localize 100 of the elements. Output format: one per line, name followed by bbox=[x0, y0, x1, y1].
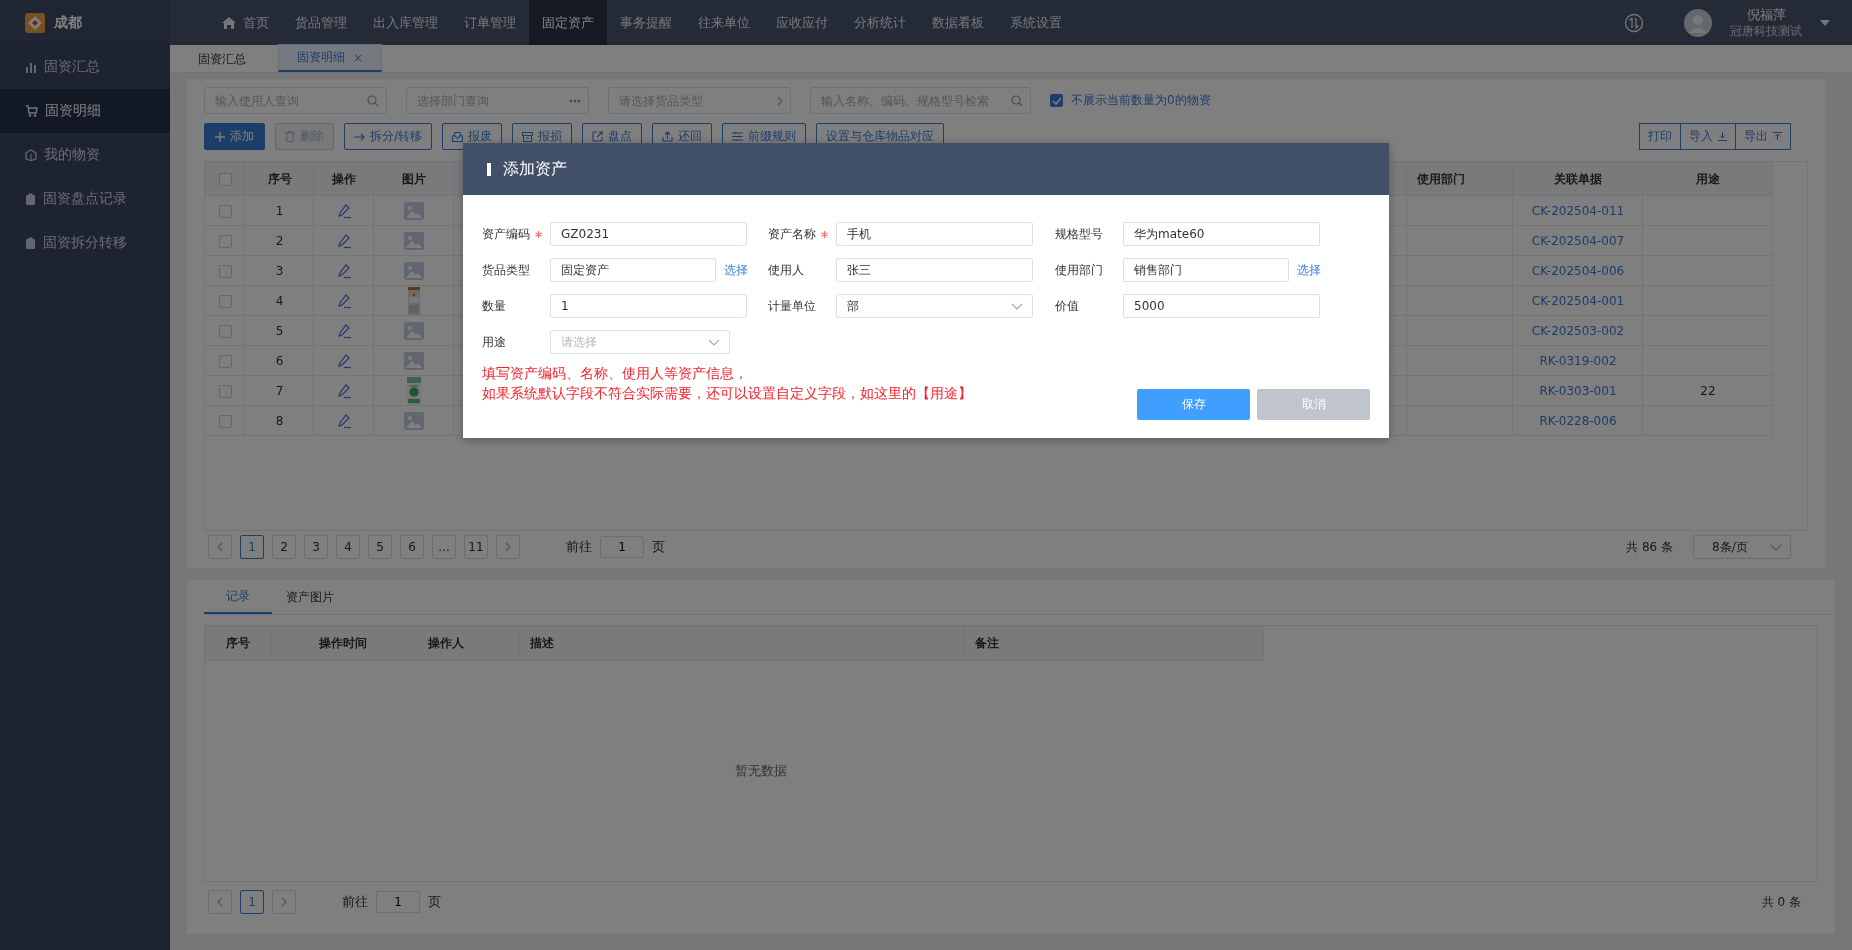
input-field[interactable]: 1 bbox=[550, 294, 747, 318]
image-placeholder-icon bbox=[404, 322, 424, 340]
page-tab[interactable]: 固资明细 × bbox=[278, 44, 383, 72]
field-label: 价值 bbox=[1055, 297, 1079, 315]
required-icon bbox=[821, 230, 828, 238]
checkbox[interactable] bbox=[1050, 94, 1063, 107]
caret-icon[interactable] bbox=[1820, 19, 1830, 26]
upload-icon bbox=[662, 131, 674, 142]
input-field[interactable]: 手机 bbox=[836, 222, 1033, 246]
document-link[interactable]: CK-202504-001 bbox=[1531, 294, 1625, 308]
detail-tab[interactable]: 记录 bbox=[204, 580, 272, 614]
page-tab[interactable]: 固资汇总 bbox=[184, 47, 260, 72]
input-field[interactable]: GZ0231 bbox=[550, 222, 747, 246]
page-button[interactable]: 11 bbox=[464, 535, 488, 559]
hint-text: 填写资产编码、名称、使用人等资产信息， bbox=[482, 364, 749, 383]
clipboard-icon bbox=[25, 237, 36, 249]
table-cell-text: 8 bbox=[274, 413, 285, 430]
save-button[interactable]: 保存 bbox=[1137, 389, 1250, 420]
page-button[interactable]: 1 bbox=[240, 535, 264, 559]
upload-icon bbox=[1773, 132, 1782, 141]
checkbox[interactable] bbox=[218, 234, 232, 248]
cancel-button[interactable]: 取消 bbox=[1257, 389, 1370, 420]
select-field[interactable]: 部 bbox=[836, 294, 1033, 318]
document-link[interactable]: RK-0303-001 bbox=[1539, 384, 1617, 398]
checkbox[interactable] bbox=[218, 264, 232, 278]
table-cell-text: 6 bbox=[274, 353, 285, 370]
column-header: 序号 bbox=[205, 626, 272, 661]
edit-icon[interactable] bbox=[336, 293, 352, 309]
table-cell-text: 5 bbox=[274, 323, 285, 340]
clipboard-icon bbox=[25, 193, 36, 205]
sidebar-item[interactable]: 固资盘点记录 bbox=[0, 177, 170, 221]
checkbox[interactable] bbox=[218, 204, 232, 218]
sidebar-item[interactable]: 我的物资 bbox=[0, 133, 170, 177]
page-button[interactable]: 1 bbox=[240, 890, 264, 914]
page-button[interactable]: 4 bbox=[336, 535, 360, 559]
city-name: 成都 bbox=[54, 13, 82, 32]
column-header: 关联单据 bbox=[1553, 170, 1603, 188]
toolbar-button[interactable]: 导入 bbox=[1680, 123, 1736, 150]
input-field[interactable]: 张三 bbox=[836, 258, 1033, 282]
checkbox[interactable] bbox=[218, 172, 232, 186]
document-link[interactable]: RK-0228-006 bbox=[1539, 414, 1617, 428]
edit-icon[interactable] bbox=[336, 413, 352, 429]
field-label: 计量单位 bbox=[768, 297, 816, 315]
previous-page-button[interactable] bbox=[208, 890, 232, 914]
search-icon bbox=[367, 94, 379, 107]
document-link[interactable]: CK-202503-002 bbox=[1531, 324, 1625, 338]
edit-icon[interactable] bbox=[336, 323, 352, 339]
page-button[interactable]: 3 bbox=[304, 535, 328, 559]
previous-page-button[interactable] bbox=[208, 535, 232, 559]
chevron-right-icon bbox=[505, 542, 511, 552]
download-icon bbox=[1718, 132, 1727, 141]
document-link[interactable]: RK-0319-002 bbox=[1539, 354, 1617, 368]
input-field[interactable]: 5000 bbox=[1123, 294, 1320, 318]
page-number-field[interactable]: 1 bbox=[600, 536, 644, 558]
checkbox[interactable] bbox=[218, 414, 232, 428]
edit-icon[interactable] bbox=[336, 263, 352, 279]
user-name: 倪福萍 bbox=[1746, 6, 1786, 23]
table-cell-text: 3 bbox=[274, 263, 285, 280]
select-link[interactable]: 选择 bbox=[724, 261, 748, 279]
toolbar-button[interactable]: 拆分/转移 bbox=[344, 123, 433, 150]
checkbox[interactable] bbox=[218, 294, 232, 308]
toolbar-button[interactable]: 导出 bbox=[1735, 123, 1791, 150]
column-header: 序号 bbox=[266, 170, 293, 188]
edit-icon[interactable] bbox=[336, 383, 352, 399]
page-button[interactable]: 5 bbox=[368, 535, 392, 559]
page-unit-label: 页 bbox=[652, 538, 665, 556]
logo-icon bbox=[24, 11, 46, 34]
sync-icon[interactable] bbox=[1624, 12, 1644, 33]
select-link[interactable]: 选择 bbox=[1297, 261, 1321, 279]
input-field[interactable]: 销售部门 bbox=[1123, 258, 1289, 282]
sidebar-item[interactable]: 固资拆分转移 bbox=[0, 221, 170, 265]
document-link[interactable]: CK-202504-006 bbox=[1531, 264, 1625, 278]
page-button[interactable]: 6 bbox=[400, 535, 424, 559]
page-size-select[interactable]: 8条/页 bbox=[1693, 535, 1791, 559]
close-button[interactable]: × bbox=[353, 50, 364, 65]
edit-icon[interactable] bbox=[336, 353, 352, 369]
select-field[interactable]: 请选择 bbox=[550, 330, 730, 354]
page-button[interactable]: ... bbox=[432, 535, 456, 559]
checkbox[interactable] bbox=[218, 354, 232, 368]
sidebar-item[interactable]: 固资明细 bbox=[0, 89, 170, 133]
input-field[interactable]: 华为mate60 bbox=[1123, 222, 1320, 246]
table-cell-text: 2 bbox=[274, 233, 285, 250]
edit-icon[interactable] bbox=[336, 203, 352, 219]
edit-icon[interactable] bbox=[336, 233, 352, 249]
toolbar-button[interactable]: 添加 bbox=[204, 123, 265, 150]
sidebar-item[interactable]: 固资汇总 bbox=[0, 45, 170, 89]
document-link[interactable]: CK-202504-011 bbox=[1531, 204, 1625, 218]
next-page-button[interactable] bbox=[496, 535, 520, 559]
page-number-field[interactable]: 1 bbox=[376, 891, 420, 913]
checkbox[interactable] bbox=[218, 324, 232, 338]
toolbar-button[interactable]: 打印 bbox=[1639, 123, 1681, 150]
page-button[interactable]: 2 bbox=[272, 535, 296, 559]
checkbox[interactable] bbox=[218, 384, 232, 398]
detail-tab[interactable]: 资产图片 bbox=[276, 580, 344, 614]
field-label: 用途 bbox=[482, 333, 506, 351]
input-field[interactable]: 固定资产 bbox=[550, 258, 716, 282]
document-link[interactable]: CK-202504-007 bbox=[1531, 234, 1625, 248]
next-page-button[interactable] bbox=[272, 890, 296, 914]
column-header: 操作人 bbox=[414, 626, 520, 661]
nav-item[interactable]: 固定资产 bbox=[529, 0, 607, 45]
